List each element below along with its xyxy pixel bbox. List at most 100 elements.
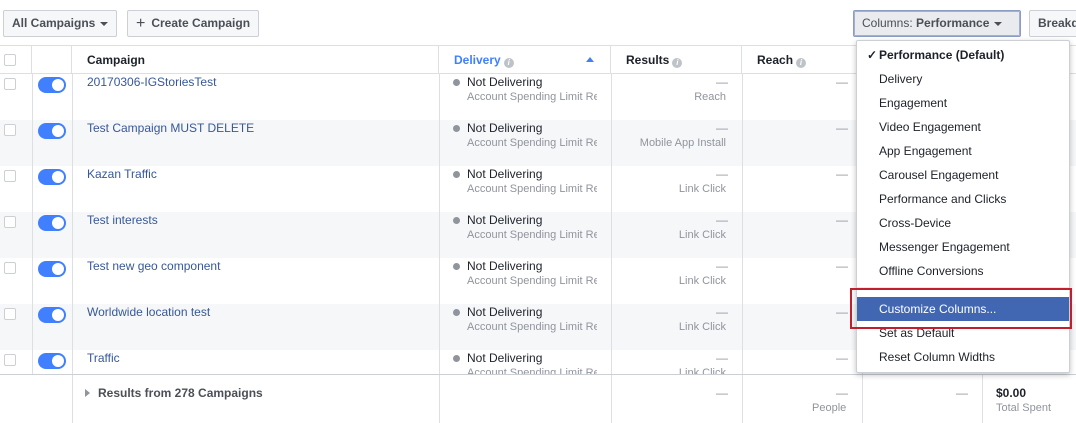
menu-item-reset-widths[interactable]: Reset Column Widths <box>857 345 1069 369</box>
results-summary-label: Results from 278 Campaigns <box>98 386 263 400</box>
menu-item-column-preset[interactable]: Video Engagement <box>857 115 1069 139</box>
header-reach[interactable]: Reach i <box>742 46 862 74</box>
campaign-name-link[interactable]: Test interests <box>87 213 158 227</box>
menu-item-column-preset[interactable]: Cross-Device <box>857 211 1069 235</box>
campaign-toggle[interactable] <box>38 261 66 277</box>
result-type: Link Click <box>678 321 726 333</box>
menu-item-column-preset[interactable]: App Engagement <box>857 139 1069 163</box>
plus-icon: + <box>136 15 146 32</box>
menu-item-label: App Engagement <box>879 144 972 158</box>
menu-item-column-preset[interactable]: Carousel Engagement <box>857 163 1069 187</box>
row-checkbox[interactable] <box>4 262 16 274</box>
menu-item-label: Performance and Clicks <box>879 192 1007 206</box>
header-campaign[interactable]: Campaign <box>72 46 439 74</box>
row-checkbox[interactable] <box>4 308 16 320</box>
info-icon[interactable]: i <box>796 58 807 68</box>
menu-item-column-preset[interactable]: Messenger Engagement <box>857 235 1069 259</box>
annotation-highlight-box <box>850 288 1072 329</box>
footer-spent-sub: Total Spent <box>996 402 1052 414</box>
delivery-status: Not Delivering <box>467 351 543 365</box>
campaign-toggle[interactable] <box>38 169 66 185</box>
campaign-name-link[interactable]: Test new geo component <box>87 259 220 273</box>
header-results[interactable]: Results i <box>611 46 742 74</box>
delivery-substatus: Account Spending Limit Reached <box>467 229 597 241</box>
ads-manager-campaigns: All Campaigns + Create Campaign Columns: … <box>0 0 1076 423</box>
delivery-substatus: Account Spending Limit Reached <box>467 321 597 333</box>
delivery-status: Not Delivering <box>467 75 543 89</box>
columns-value: Performance <box>916 16 990 30</box>
status-dot-icon <box>453 263 460 270</box>
row-checkbox[interactable] <box>4 124 16 136</box>
menu-item-column-preset[interactable]: ✓ Performance (Default) <box>857 43 1069 67</box>
header-reach-label: Reach <box>757 53 794 67</box>
menu-item-label: Cross-Device <box>879 216 952 230</box>
delivery-status: Not Delivering <box>467 213 543 227</box>
reach-value: — <box>836 121 848 135</box>
menu-item-label: Messenger Engagement <box>879 240 1010 254</box>
delivery-status: Not Delivering <box>467 305 543 319</box>
header-delivery[interactable]: Delivery i <box>439 46 611 74</box>
footer-results-value: — <box>716 386 728 400</box>
create-campaign-button[interactable]: + Create Campaign <box>127 10 260 37</box>
campaign-name-link[interactable]: Traffic <box>87 351 120 365</box>
campaign-toggle[interactable] <box>38 353 66 369</box>
campaign-name-link[interactable]: 20170306-IGStoriesTest <box>87 75 216 89</box>
result-type: Mobile App Install <box>639 137 726 149</box>
footer-reach-value: — <box>836 386 848 400</box>
reset-widths-label: Reset Column Widths <box>879 350 996 364</box>
footer-spent-value: $0.00 <box>996 386 1027 400</box>
menu-item-column-preset[interactable]: Delivery <box>857 67 1069 91</box>
menu-item-label: Performance (Default) <box>879 48 1005 62</box>
row-checkbox[interactable] <box>4 354 16 366</box>
header-toggle-col <box>32 46 72 74</box>
columns-dropdown[interactable]: Columns: Performance <box>853 10 1021 37</box>
reach-value: — <box>836 351 848 365</box>
menu-item-column-preset[interactable]: Engagement <box>857 91 1069 115</box>
campaign-name-link[interactable]: Test Campaign MUST DELETE <box>87 121 254 135</box>
header-checkbox-col <box>0 46 32 74</box>
all-campaigns-label: All Campaigns <box>12 16 96 30</box>
status-dot-icon <box>453 217 460 224</box>
status-dot-icon <box>453 171 460 178</box>
expand-triangle-icon[interactable] <box>85 389 90 397</box>
table-footer: Results from 278 Campaigns — — People — … <box>0 374 1076 423</box>
delivery-status: Not Delivering <box>467 259 543 273</box>
sort-ascending-icon <box>586 57 594 62</box>
status-dot-icon <box>453 125 460 132</box>
status-dot-icon <box>453 355 460 362</box>
info-icon[interactable]: i <box>503 58 514 68</box>
result-type: Reach <box>694 91 726 103</box>
campaign-toggle[interactable] <box>38 215 66 231</box>
info-icon[interactable]: i <box>672 58 683 68</box>
caret-down-icon <box>100 21 109 26</box>
breakdown-dropdown[interactable]: Breakdown <box>1029 10 1076 37</box>
campaign-toggle[interactable] <box>38 77 66 93</box>
footer-col5-value: — <box>956 386 968 400</box>
campaign-name-link[interactable]: Worldwide location test <box>87 305 210 319</box>
result-type: Link Click <box>678 229 726 241</box>
result-value: — <box>716 121 728 135</box>
campaign-toggle[interactable] <box>38 307 66 323</box>
campaign-name-link[interactable]: Kazan Traffic <box>87 167 157 181</box>
result-value: — <box>716 167 728 181</box>
breakdown-label: Breakdown <box>1038 16 1076 30</box>
header-campaign-label: Campaign <box>87 53 146 67</box>
all-campaigns-dropdown[interactable]: All Campaigns <box>3 10 118 37</box>
delivery-substatus: Account Spending Limit Reached <box>467 91 597 103</box>
reach-value: — <box>836 75 848 89</box>
reach-value: — <box>836 167 848 181</box>
campaign-toggle[interactable] <box>38 123 66 139</box>
footer-reach-sub: People <box>812 402 847 414</box>
menu-item-label: Delivery <box>879 72 923 86</box>
delivery-status: Not Delivering <box>467 121 543 135</box>
row-checkbox[interactable] <box>4 216 16 228</box>
reach-value: — <box>836 305 848 319</box>
result-value: — <box>716 305 728 319</box>
menu-item-column-preset[interactable]: Performance and Clicks <box>857 187 1069 211</box>
row-checkbox[interactable] <box>4 78 16 90</box>
row-checkbox[interactable] <box>4 170 16 182</box>
delivery-status: Not Delivering <box>467 167 543 181</box>
menu-item-label: Engagement <box>879 96 948 110</box>
status-dot-icon <box>453 79 460 86</box>
menu-item-column-preset[interactable]: Offline Conversions <box>857 259 1069 283</box>
